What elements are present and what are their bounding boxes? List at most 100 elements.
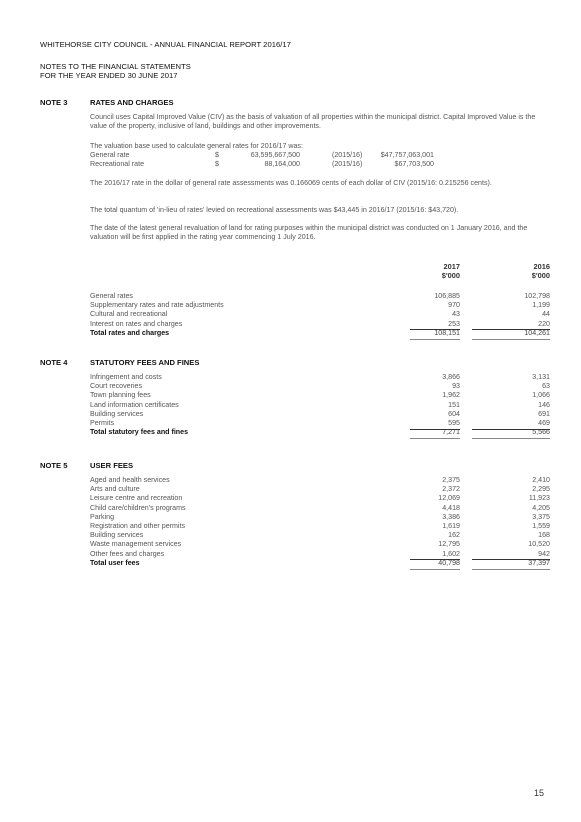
- rule-2017-subtotal-line: [410, 329, 460, 331]
- value-2017: 40,798: [438, 558, 460, 567]
- value-2017: 108,151: [434, 328, 460, 337]
- row-label: Parking: [90, 512, 115, 521]
- row-label: Waste management services: [90, 540, 182, 549]
- table-row: Parking 3,386 3,375: [90, 513, 550, 522]
- note3-para2: The 2016/17 rate in the dollar of genera…: [90, 179, 492, 187]
- note4-title: STATUTORY FEES AND FINES: [90, 358, 200, 367]
- value-2016: 104,261: [524, 328, 550, 337]
- period-title: FOR THE YEAR ENDED 30 JUNE 2017: [40, 71, 178, 80]
- value-2017: 3,386: [442, 512, 460, 521]
- value-2016: 5,566: [532, 428, 550, 437]
- page-number: 15: [534, 788, 545, 798]
- value-2017: 604: [448, 409, 460, 418]
- value-2017: 595: [448, 419, 460, 427]
- row-label: Leisure centre and recreation: [90, 494, 183, 503]
- row-label: Registration and other permits: [90, 522, 186, 530]
- table-row: Registration and other permits 1,619 1,559: [90, 522, 550, 531]
- table-row: Infringement and costs 3,866 3,131: [90, 373, 550, 382]
- value-2017: 1,962: [442, 391, 460, 400]
- value-2016: 1,066: [532, 391, 550, 400]
- value-2017: 151: [448, 400, 460, 409]
- table-row: Waste management services 12,795 10,520: [90, 540, 550, 549]
- note3-para3: The total quantum of 'in-lieu of rates' …: [90, 206, 459, 214]
- valuation-label: General rate: [90, 151, 130, 159]
- value-2017: 12,069: [438, 494, 460, 503]
- value-2016: 3,375: [532, 512, 550, 521]
- valuation-value: 88,164,000: [264, 160, 300, 168]
- col-2017-year: 2017: [443, 262, 460, 271]
- row-label: Total user fees: [90, 558, 140, 567]
- value-2017: 2,372: [442, 485, 460, 494]
- value-2016: 1,199: [532, 301, 550, 310]
- table-row: Arts and culture 2,372 2,295: [90, 485, 550, 494]
- valuation-prior-label: (2015/16): [332, 160, 363, 168]
- value-2016: 168: [538, 531, 550, 540]
- total-row: Total rates and charges 108,151 104,261: [90, 329, 550, 338]
- table-row: Cultural and recreational 43 44: [90, 310, 550, 319]
- row-label: Building services: [90, 531, 144, 540]
- value-2016: 10,520: [528, 540, 550, 549]
- row-label: Cultural and recreational: [90, 310, 168, 319]
- rule-2017-total-underline: [410, 437, 460, 440]
- row-label: Aged and health services: [90, 476, 170, 484]
- rule-2016-subtotal-line: [472, 559, 550, 561]
- value-2017: 2,375: [442, 476, 460, 484]
- row-label: Permits: [90, 419, 115, 427]
- valuation-label: Recreational rate: [90, 160, 145, 168]
- section-title: NOTES TO THE FINANCIAL STATEMENTS: [40, 62, 191, 71]
- table-row: Court recoveries 93 63: [90, 382, 550, 391]
- value-2016: 3,131: [532, 373, 550, 381]
- rule-2016-total-underline: [472, 338, 550, 340]
- row-label: Town planning fees: [90, 391, 151, 400]
- row-label: Total rates and charges: [90, 328, 170, 337]
- row-label: Supplementary rates and rate adjustments: [90, 301, 224, 310]
- total-row: Total user fees 40,798 37,397: [90, 559, 550, 568]
- table-row: Town planning fees 1,962 1,066: [90, 391, 550, 400]
- row-label: Court recoveries: [90, 382, 143, 391]
- row-label: Arts and culture: [90, 485, 140, 494]
- note5-title: USER FEES: [90, 461, 134, 470]
- rule-2016-total-underline: [472, 437, 550, 440]
- table-row: Interest on rates and charges 253 220: [90, 320, 550, 329]
- value-2017: 93: [452, 382, 460, 391]
- value-2017: 1,602: [442, 549, 460, 558]
- table-row: General rates 106,885 102,798: [90, 292, 550, 301]
- value-2017: 12,795: [438, 540, 460, 549]
- table-row: Other fees and charges 1,602 942: [90, 550, 550, 559]
- rule-2017-total-underline: [410, 568, 460, 570]
- rule-2017-total-underline: [410, 338, 460, 340]
- rule-2016-total-underline: [472, 568, 550, 570]
- value-2017: 4,418: [442, 503, 460, 512]
- row-label: Building services: [90, 409, 144, 418]
- rule-2016-subtotal-line: [472, 428, 550, 430]
- value-2017: 970: [448, 301, 460, 310]
- value-2017: 43: [452, 310, 460, 319]
- col-2016-unit: $'000: [531, 271, 550, 280]
- value-2016: 469: [538, 419, 550, 427]
- col-2017-unit: $'000: [441, 271, 460, 280]
- row-label: Total statutory fees and fines: [90, 428, 189, 437]
- note3-valuation-intro: The valuation base used to calculate gen…: [90, 142, 303, 150]
- valuation-currency: $: [215, 151, 219, 159]
- value-2016: 4,205: [532, 503, 550, 512]
- value-2016: 220: [538, 319, 550, 328]
- note3-para4: The date of the latest general revaluati…: [90, 224, 528, 242]
- value-2016: 942: [538, 549, 550, 558]
- table-row: Leisure centre and recreation 12,069 11,92…: [90, 494, 550, 503]
- row-label: Other fees and charges: [90, 549, 165, 558]
- valuation-prior-label: (2015/16): [332, 151, 363, 159]
- value-2017: 1,619: [442, 522, 460, 530]
- rule-2017-subtotal-line: [410, 428, 460, 430]
- value-2017: 162: [448, 531, 460, 540]
- valuation-currency: $: [215, 160, 219, 168]
- value-2017: 106,885: [434, 292, 460, 300]
- valuation-value: 63,595,667,500: [250, 151, 300, 159]
- value-2016: 102,798: [524, 292, 550, 300]
- value-2016: 2,410: [532, 476, 550, 484]
- table-row: Permits 595 469: [90, 419, 550, 428]
- table-row: Land information certificates 151 146: [90, 401, 550, 410]
- table-row: Supplementary rates and rate adjustments…: [90, 301, 550, 310]
- rule-2016-subtotal-line: [472, 329, 550, 331]
- row-label: Interest on rates and charges: [90, 319, 183, 328]
- note3-title: RATES AND CHARGES: [90, 98, 174, 107]
